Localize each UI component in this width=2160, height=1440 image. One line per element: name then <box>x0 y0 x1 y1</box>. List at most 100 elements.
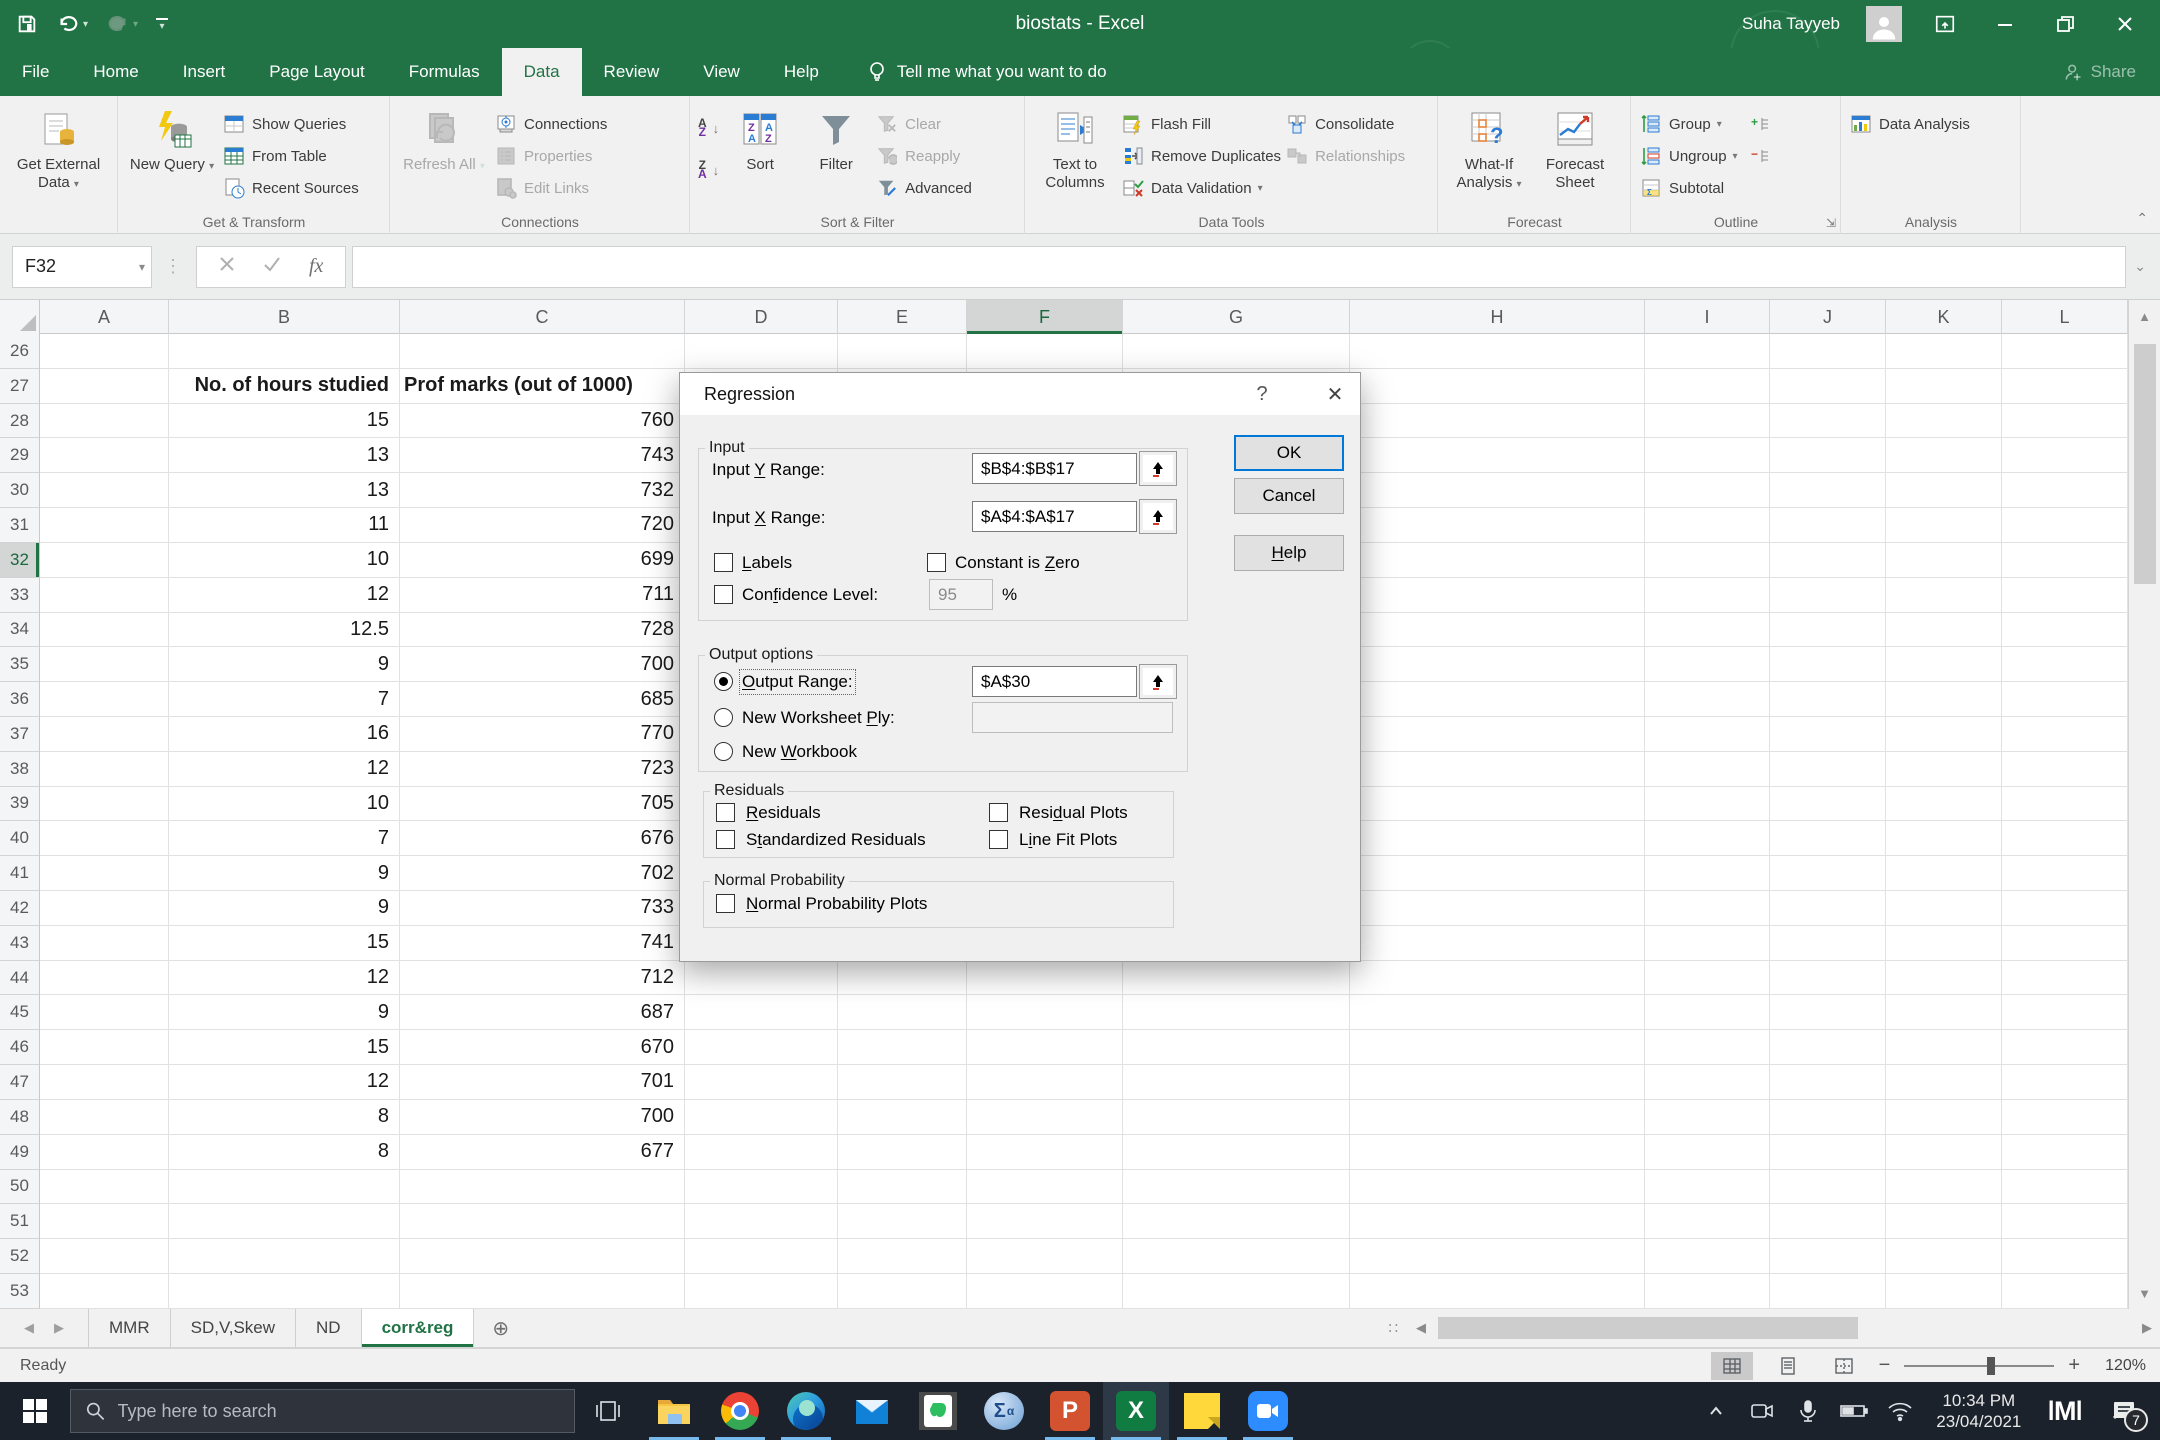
cell-H30[interactable] <box>1350 473 1645 509</box>
cell-I29[interactable] <box>1645 438 1770 474</box>
taskbar-sticky-notes[interactable] <box>1169 1382 1235 1440</box>
horizontal-scrollbar[interactable] <box>1434 1317 2134 1339</box>
cell-E47[interactable] <box>838 1065 967 1100</box>
taskbar-file-explorer[interactable] <box>641 1382 707 1440</box>
taskbar-excel[interactable]: X <box>1103 1382 1169 1440</box>
column-header-E[interactable]: E <box>838 300 967 334</box>
cell-A36[interactable] <box>40 682 169 717</box>
cell-A37[interactable] <box>40 716 169 752</box>
cell-K43[interactable] <box>1886 925 2002 961</box>
cell-L47[interactable] <box>2002 1065 2128 1100</box>
cell-L43[interactable] <box>2002 925 2128 961</box>
cell-J33[interactable] <box>1770 577 1886 613</box>
cell-C38[interactable]: 723 <box>400 751 685 787</box>
scroll-up-icon[interactable]: ▲ <box>2129 300 2160 332</box>
cell-C26[interactable] <box>400 334 685 369</box>
cell-K28[interactable] <box>1886 403 2002 439</box>
ungroup-button[interactable]: Ungroup ▾ <box>1639 142 1738 170</box>
cell-A53[interactable] <box>40 1273 169 1309</box>
cell-H53[interactable] <box>1350 1273 1645 1309</box>
cell-F45[interactable] <box>967 995 1123 1031</box>
row-header-46[interactable]: 46 <box>0 1030 40 1066</box>
cell-J34[interactable] <box>1770 612 1886 648</box>
cell-B28[interactable]: 15 <box>169 403 400 439</box>
cell-K30[interactable] <box>1886 473 2002 509</box>
cell-J38[interactable] <box>1770 751 1886 787</box>
cell-C29[interactable]: 743 <box>400 438 685 474</box>
cell-J42[interactable] <box>1770 891 1886 926</box>
cell-C30[interactable]: 732 <box>400 473 685 509</box>
cell-B51[interactable] <box>169 1204 400 1240</box>
cell-H37[interactable] <box>1350 716 1645 752</box>
taskbar-mail[interactable] <box>839 1382 905 1440</box>
new-workbook-radio[interactable] <box>714 742 733 761</box>
confidence-level-field[interactable]: 95 <box>929 579 993 610</box>
cell-G45[interactable] <box>1123 995 1350 1031</box>
cell-A48[interactable] <box>40 1099 169 1135</box>
cell-K53[interactable] <box>1886 1273 2002 1309</box>
row-header-41[interactable]: 41 <box>0 856 40 891</box>
cell-E52[interactable] <box>838 1239 967 1274</box>
hscroll-left-icon[interactable]: ◀ <box>1408 1309 1434 1347</box>
edit-links-button[interactable]: Edit Links <box>494 174 607 202</box>
cell-A34[interactable] <box>40 612 169 648</box>
insert-function-icon[interactable]: fx <box>309 255 323 278</box>
cell-G47[interactable] <box>1123 1065 1350 1100</box>
cell-K52[interactable] <box>1886 1239 2002 1274</box>
cell-H49[interactable] <box>1350 1134 1645 1170</box>
cell-C53[interactable] <box>400 1273 685 1309</box>
row-header-31[interactable]: 31 <box>0 508 40 543</box>
cell-L35[interactable] <box>2002 647 2128 683</box>
row-header-27[interactable]: 27 <box>0 368 40 404</box>
cell-F48[interactable] <box>967 1099 1123 1135</box>
cell-A41[interactable] <box>40 856 169 891</box>
cell-K33[interactable] <box>1886 577 2002 613</box>
tab-view[interactable]: View <box>681 48 762 96</box>
cell-B33[interactable]: 12 <box>169 577 400 613</box>
cell-I40[interactable] <box>1645 821 1770 857</box>
cell-C46[interactable]: 670 <box>400 1030 685 1066</box>
cell-F52[interactable] <box>967 1239 1123 1274</box>
cell-D48[interactable] <box>685 1099 838 1135</box>
cell-K48[interactable] <box>1886 1099 2002 1135</box>
cell-H36[interactable] <box>1350 682 1645 717</box>
cell-B44[interactable]: 12 <box>169 960 400 996</box>
cell-A45[interactable] <box>40 995 169 1031</box>
cell-C33[interactable]: 711 <box>400 577 685 613</box>
cell-H35[interactable] <box>1350 647 1645 683</box>
sort-button[interactable]: ZAAZ Sort <box>723 102 797 208</box>
recent-sources-button[interactable]: Recent Sources <box>222 174 359 202</box>
cell-A52[interactable] <box>40 1239 169 1274</box>
cell-J30[interactable] <box>1770 473 1886 509</box>
cell-C27[interactable]: Prof marks (out of 1000) <box>400 368 685 404</box>
cell-J53[interactable] <box>1770 1273 1886 1309</box>
cell-L36[interactable] <box>2002 682 2128 717</box>
restore-button[interactable] <box>2048 7 2082 41</box>
cell-I49[interactable] <box>1645 1134 1770 1170</box>
help-button[interactable]: Help <box>1234 535 1344 571</box>
column-header-H[interactable]: H <box>1350 300 1645 334</box>
cell-I31[interactable] <box>1645 508 1770 543</box>
cell-J44[interactable] <box>1770 960 1886 996</box>
cell-D47[interactable] <box>685 1065 838 1100</box>
cell-L30[interactable] <box>2002 473 2128 509</box>
cell-H51[interactable] <box>1350 1204 1645 1240</box>
cell-G48[interactable] <box>1123 1099 1350 1135</box>
column-header-G[interactable]: G <box>1123 300 1350 334</box>
taskbar-chrome[interactable] <box>707 1382 773 1440</box>
cell-G52[interactable] <box>1123 1239 1350 1274</box>
cell-J50[interactable] <box>1770 1169 1886 1205</box>
tab-file[interactable]: File <box>0 48 71 96</box>
column-header-J[interactable]: J <box>1770 300 1886 334</box>
cell-B35[interactable]: 9 <box>169 647 400 683</box>
cell-K39[interactable] <box>1886 786 2002 822</box>
cell-K40[interactable] <box>1886 821 2002 857</box>
sheet-tab-mmr[interactable]: MMR <box>88 1309 171 1347</box>
cell-C44[interactable]: 712 <box>400 960 685 996</box>
cell-L49[interactable] <box>2002 1134 2128 1170</box>
connections-button[interactable]: Connections <box>494 110 607 138</box>
cell-K34[interactable] <box>1886 612 2002 648</box>
cell-D50[interactable] <box>685 1169 838 1205</box>
cell-B38[interactable]: 12 <box>169 751 400 787</box>
cell-K45[interactable] <box>1886 995 2002 1031</box>
